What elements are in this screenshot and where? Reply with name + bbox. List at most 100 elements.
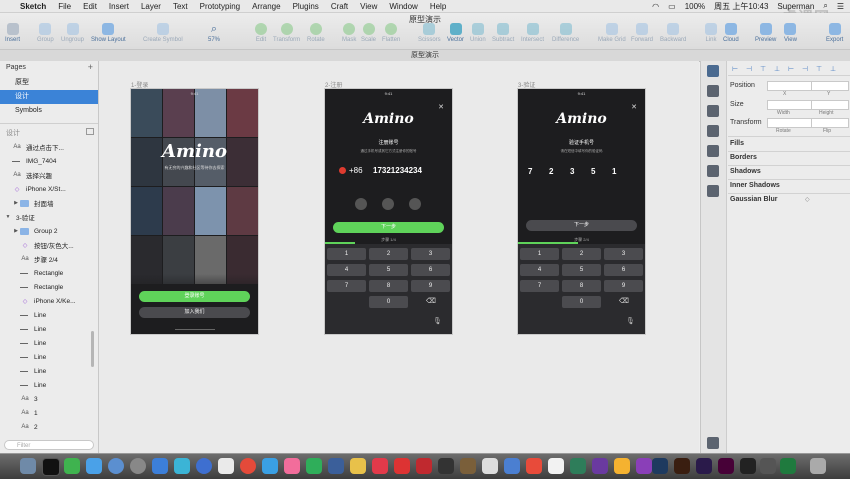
vector-button[interactable]: Vector (447, 23, 464, 43)
subtract-button[interactable]: Subtract (492, 23, 514, 43)
disclosure-icon[interactable]: ▼ (4, 214, 12, 220)
export-button[interactable]: Export (826, 23, 843, 43)
insert-button[interactable]: Insert (5, 23, 20, 43)
key-7[interactable]: 7 (327, 280, 366, 292)
edit-button[interactable]: Edit (255, 23, 267, 43)
collapse-icon[interactable] (86, 128, 94, 135)
illustrator-icon[interactable] (674, 458, 690, 474)
todo-icon[interactable] (86, 458, 102, 474)
align-right-icon[interactable]: ⊤ (757, 65, 769, 73)
layer-item[interactable]: Aa 1 (20, 406, 98, 420)
key-5[interactable]: 5 (369, 264, 408, 276)
layer-item[interactable]: Line (20, 336, 98, 350)
ftp-icon[interactable] (570, 458, 586, 474)
next-button[interactable]: 下一步 (526, 220, 637, 231)
scissors-button[interactable]: Scissors (418, 23, 441, 43)
qq-icon[interactable] (42, 458, 60, 476)
backward-button[interactable]: Backward (660, 23, 686, 43)
flip-control[interactable] (811, 118, 849, 128)
wechat-login-icon[interactable] (382, 198, 394, 210)
wechat-icon[interactable] (64, 458, 80, 474)
dashboard-icon[interactable] (108, 458, 124, 474)
layer-item[interactable]: Line (20, 378, 98, 392)
canvas[interactable]: 1-登录 9:41 Amino 有无穷的兴趣和社区等待你去探索 登录账号 加入我… (99, 61, 699, 453)
wifi-icon[interactable]: ◠ (652, 2, 659, 11)
microphone-icon[interactable]: 🎙 (433, 317, 442, 327)
cloud-button[interactable]: Cloud (723, 23, 739, 43)
menu-arrange[interactable]: Arrange (252, 2, 280, 11)
delete-key-icon[interactable]: ⌫ (425, 296, 437, 308)
layer-item[interactable]: ▶ Group 2 (12, 224, 98, 238)
height-input[interactable] (811, 100, 849, 110)
artboard-login[interactable]: 9:41 Amino 有无穷的兴趣和社区等待你去探索 登录账号 加入我们 (131, 89, 258, 334)
align-top-icon[interactable]: ⊥ (771, 65, 783, 73)
page-item-prototype[interactable]: 原型 (0, 76, 98, 90)
page-item-design[interactable]: 设计 (0, 90, 98, 104)
layer-item[interactable]: ◇ iPhone X/Ke... (20, 294, 98, 308)
finder-icon[interactable] (20, 458, 36, 474)
join-button[interactable]: 加入我们 (139, 307, 250, 318)
thunder-icon[interactable] (504, 458, 520, 474)
preview-button[interactable]: Preview (755, 23, 776, 43)
shadows-section[interactable]: Shadows (730, 168, 761, 175)
layer-item[interactable]: Aa 步骤 2/4 (20, 252, 98, 266)
layer-item[interactable]: Line (20, 350, 98, 364)
layer-item[interactable]: ◇ 按钮/灰色大... (20, 238, 98, 252)
y-input[interactable] (811, 81, 849, 91)
rotate-button[interactable]: Rotate (307, 23, 325, 43)
netease-icon[interactable] (394, 458, 410, 474)
layers-scrollbar[interactable] (91, 331, 94, 367)
artboard-verify[interactable]: 9:41 ✕ Amino 验证手机号 请在短信中填写你的验证码 7 2 3 5 … (518, 89, 645, 334)
key-1[interactable]: 1 (327, 248, 366, 260)
union-button[interactable]: Union (470, 23, 486, 43)
grid-icon[interactable] (707, 165, 719, 177)
key-7[interactable]: 7 (520, 280, 559, 292)
inner-shadows-section[interactable]: Inner Shadows (730, 182, 780, 189)
login-button[interactable]: 登录账号 (139, 291, 250, 302)
rotate-input[interactable] (767, 118, 817, 128)
music-icon[interactable] (284, 458, 300, 474)
delete-key-icon[interactable]: ⌫ (618, 296, 630, 308)
qq-login-icon[interactable] (355, 198, 367, 210)
key-8[interactable]: 8 (562, 280, 601, 292)
layer-filter-input[interactable]: Filter (4, 440, 94, 450)
screenshot-icon[interactable] (526, 458, 542, 474)
pages-header[interactable]: Pages (6, 64, 26, 71)
gaussian-blur-section[interactable]: Gaussian Blur (730, 196, 777, 203)
add-page-icon[interactable]: + (88, 62, 93, 72)
show-layout-button[interactable]: Show Layout (91, 23, 126, 43)
artboard-label[interactable]: 1-登录 (131, 80, 148, 89)
layer-item[interactable]: Line (20, 308, 98, 322)
safari-icon[interactable] (152, 458, 168, 474)
key-8[interactable]: 8 (369, 280, 408, 292)
excel-icon[interactable] (780, 458, 796, 474)
disclosure-icon[interactable]: ▶ (12, 228, 20, 234)
zoom-control[interactable]: ⌕ 57% (208, 23, 220, 43)
layer-item[interactable]: Rectangle (20, 280, 98, 294)
make-grid-button[interactable]: Make Grid (598, 23, 626, 43)
align-center-icon[interactable]: ⊣ (743, 65, 755, 73)
photos-icon[interactable] (218, 458, 234, 474)
activity-monitor-icon[interactable] (760, 458, 776, 474)
layer-item[interactable]: Aa 2 (20, 420, 98, 434)
menu-craft[interactable]: Craft (331, 2, 348, 11)
key-9[interactable]: 9 (604, 280, 643, 292)
layer-item[interactable]: Aa 3 (20, 392, 98, 406)
layer-item-artboard[interactable]: ▼ 3-验证 (4, 210, 94, 224)
key-1[interactable]: 1 (520, 248, 559, 260)
view-button[interactable]: View (784, 23, 797, 43)
resize-icon[interactable] (707, 145, 719, 157)
key-2[interactable]: 2 (369, 248, 408, 260)
menu-sketch[interactable]: Sketch (20, 2, 46, 11)
chevron-down-icon[interactable]: ◇ (805, 196, 810, 203)
layer-item[interactable]: Line (20, 322, 98, 336)
butterfly-app-icon[interactable] (438, 458, 454, 474)
symbol-icon[interactable] (707, 85, 719, 97)
network-icon[interactable] (262, 458, 278, 474)
sequel-icon[interactable] (460, 458, 476, 474)
xd-icon[interactable] (718, 458, 734, 474)
artboard-label[interactable]: 2-注册 (325, 80, 342, 89)
x-input[interactable] (767, 81, 817, 91)
weibo-icon[interactable] (416, 458, 432, 474)
flatten-button[interactable]: Flatten (382, 23, 400, 43)
